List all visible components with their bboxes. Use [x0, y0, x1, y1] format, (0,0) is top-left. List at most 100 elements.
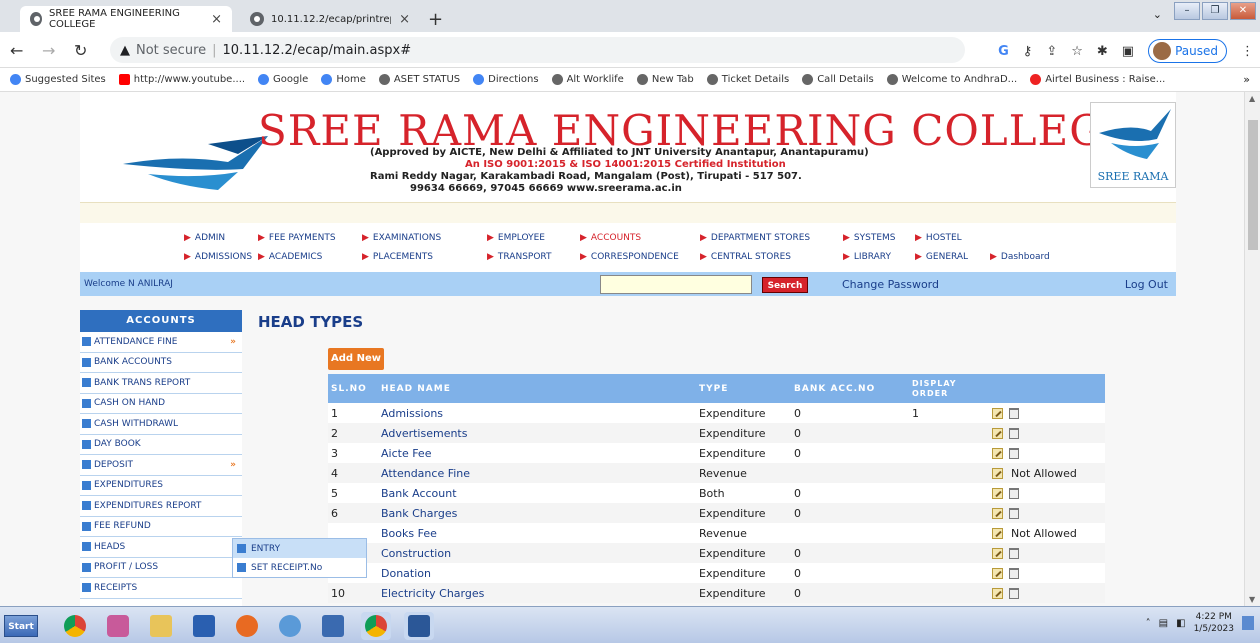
- star-icon[interactable]: ☆: [1071, 44, 1083, 59]
- edit-icon[interactable]: [992, 588, 1003, 599]
- sidebar-item-cash-on-hand[interactable]: CASH ON HAND: [80, 393, 242, 414]
- clock[interactable]: 4:22 PM 1/5/2023: [1194, 611, 1234, 635]
- tab-sree-rama[interactable]: SREE RAMA ENGINEERING COLLEGE ×: [20, 6, 232, 32]
- cell-head-name[interactable]: Donation: [378, 563, 696, 583]
- sidepanel-icon[interactable]: ▣: [1122, 44, 1134, 59]
- forward-icon[interactable]: →: [42, 41, 55, 60]
- submenu-entry[interactable]: ENTRY: [233, 539, 366, 558]
- paint-icon[interactable]: [275, 612, 305, 640]
- menu-central-stores[interactable]: ▶ CENTRAL STORES: [700, 252, 791, 262]
- sidebar-item-attendance-fine[interactable]: ATTENDANCE FINE »: [80, 332, 242, 353]
- key-icon[interactable]: ⚷: [1023, 44, 1033, 59]
- edit-icon[interactable]: [992, 548, 1003, 559]
- profile-button[interactable]: Paused: [1148, 39, 1227, 63]
- minimize-icon[interactable]: –: [1174, 2, 1200, 20]
- chrome-active-icon[interactable]: [361, 612, 391, 640]
- cell-head-name[interactable]: Construction: [378, 543, 696, 563]
- close-icon[interactable]: ×: [211, 12, 222, 27]
- trash-icon[interactable]: [1009, 488, 1019, 499]
- chevron-down-icon[interactable]: ⌄: [1153, 8, 1162, 21]
- volume-icon[interactable]: ◧: [1176, 618, 1185, 629]
- bookmark-item[interactable]: Welcome to AndhraD...: [886, 74, 1017, 85]
- trash-icon[interactable]: [1009, 408, 1019, 419]
- submenu-set-receipt-no[interactable]: SET RECEIPT.No: [233, 558, 366, 577]
- network-icon[interactable]: ▤: [1159, 618, 1168, 629]
- col-header[interactable]: DISPLAY ORDER: [909, 374, 989, 403]
- url-field[interactable]: ▲ Not secure | 10.11.12.2/ecap/main.aspx…: [110, 37, 965, 63]
- col-header[interactable]: BANK ACC.NO: [791, 374, 909, 403]
- search-input[interactable]: [600, 275, 752, 294]
- bookmark-item[interactable]: Ticket Details: [706, 74, 789, 85]
- bookmark-item[interactable]: Airtel Business : Raise...: [1030, 74, 1165, 85]
- menu-systems[interactable]: ▶ SYSTEMS: [843, 233, 896, 243]
- cell-head-name[interactable]: Attendance Fine: [378, 463, 696, 483]
- trash-icon[interactable]: [1009, 508, 1019, 519]
- window-close-icon[interactable]: ✕: [1230, 2, 1256, 20]
- edit-icon[interactable]: [992, 448, 1003, 459]
- bookmark-item[interactable]: ASET STATUS: [378, 74, 460, 85]
- trash-icon[interactable]: [1009, 428, 1019, 439]
- firefox-icon[interactable]: [232, 612, 262, 640]
- menu-library[interactable]: ▶ LIBRARY: [843, 252, 891, 262]
- bookmark-item[interactable]: Suggested Sites: [10, 74, 106, 85]
- menu-admissions[interactable]: ▶ ADMISSIONS: [184, 252, 252, 262]
- menu-fee-payments[interactable]: ▶ FEE PAYMENTS: [258, 233, 336, 243]
- edit-icon[interactable]: [992, 568, 1003, 579]
- sidebar-item-bank-trans-report[interactable]: BANK TRANS REPORT: [80, 373, 242, 394]
- change-password-link[interactable]: Change Password: [842, 278, 939, 291]
- maximize-icon[interactable]: ❐: [1202, 2, 1228, 20]
- bookmark-item[interactable]: http://www.youtube....: [118, 74, 245, 85]
- logout-link[interactable]: Log Out: [1125, 278, 1168, 291]
- sidebar-item-day-book[interactable]: DAY BOOK: [80, 434, 242, 455]
- cell-head-name[interactable]: Bank Account: [378, 483, 696, 503]
- trash-icon[interactable]: [1009, 588, 1019, 599]
- sidebar-item-expenditures-report[interactable]: EXPENDITURES REPORT: [80, 496, 242, 517]
- cell-head-name[interactable]: Advertisements: [378, 423, 696, 443]
- sidebar-item-expenditures[interactable]: EXPENDITURES: [80, 475, 242, 496]
- google-icon[interactable]: G: [998, 44, 1009, 59]
- trash-icon[interactable]: [1009, 548, 1019, 559]
- monitor-icon[interactable]: [318, 612, 348, 640]
- tool-icon[interactable]: [103, 612, 133, 640]
- bookmark-item[interactable]: Google: [258, 74, 308, 85]
- menu-transport[interactable]: ▶ TRANSPORT: [487, 252, 552, 262]
- trash-icon[interactable]: [1009, 568, 1019, 579]
- menu-academics[interactable]: ▶ ACADEMICS: [258, 252, 322, 262]
- tab-printreport[interactable]: 10.11.12.2/ecap/printreport.aspx ×: [240, 6, 420, 32]
- menu-examinations[interactable]: ▶ EXAMINATIONS: [362, 233, 441, 243]
- vertical-scrollbar[interactable]: ▲ ▼: [1244, 92, 1260, 606]
- word-icon[interactable]: [404, 612, 434, 640]
- back-icon[interactable]: ←: [10, 41, 23, 60]
- bookmark-item[interactable]: Call Details: [802, 74, 874, 85]
- cell-head-name[interactable]: Aicte Fee: [378, 443, 696, 463]
- cell-head-name[interactable]: Books Fee: [378, 523, 696, 543]
- cell-head-name[interactable]: Admissions: [378, 403, 696, 423]
- folder-icon[interactable]: [146, 612, 176, 640]
- sidebar-item-profit-loss[interactable]: PROFIT / LOSS: [80, 557, 242, 578]
- add-new-button[interactable]: Add New: [328, 348, 384, 370]
- menu-admin[interactable]: ▶ ADMIN: [184, 233, 225, 243]
- start-button[interactable]: Start: [4, 615, 38, 637]
- cell-head-name[interactable]: Bank Charges: [378, 503, 696, 523]
- chevron-right-icon[interactable]: »: [1243, 73, 1250, 86]
- sidebar-item-receipts[interactable]: RECEIPTS: [80, 578, 242, 599]
- scroll-down-icon[interactable]: ▼: [1249, 595, 1255, 604]
- extensions-icon[interactable]: ✱: [1097, 44, 1108, 59]
- new-tab-icon[interactable]: +: [428, 9, 443, 30]
- sidebar-item-cash-withdrawl[interactable]: CASH WITHDRAWL: [80, 414, 242, 435]
- menu-hostel[interactable]: ▶ HOSTEL: [915, 233, 962, 243]
- sidebar-item-bank-accounts[interactable]: BANK ACCOUNTS: [80, 352, 242, 373]
- col-header[interactable]: HEAD NAME: [378, 374, 696, 403]
- show-desktop-icon[interactable]: [1242, 616, 1254, 630]
- bookmark-item[interactable]: New Tab: [636, 74, 694, 85]
- bookmark-item[interactable]: Directions: [473, 74, 539, 85]
- edit-icon[interactable]: [992, 488, 1003, 499]
- bookmark-item[interactable]: Alt Worklife: [551, 74, 624, 85]
- sidebar-item-fee-refund[interactable]: FEE REFUND: [80, 516, 242, 537]
- reload-icon[interactable]: ↻: [74, 41, 87, 60]
- sidebar-item-heads[interactable]: HEADS: [80, 537, 242, 558]
- edit-icon[interactable]: [992, 508, 1003, 519]
- close-icon[interactable]: ×: [399, 12, 410, 27]
- menu-dashboard[interactable]: ▶ Dashboard: [990, 252, 1050, 262]
- scroll-up-icon[interactable]: ▲: [1249, 94, 1255, 103]
